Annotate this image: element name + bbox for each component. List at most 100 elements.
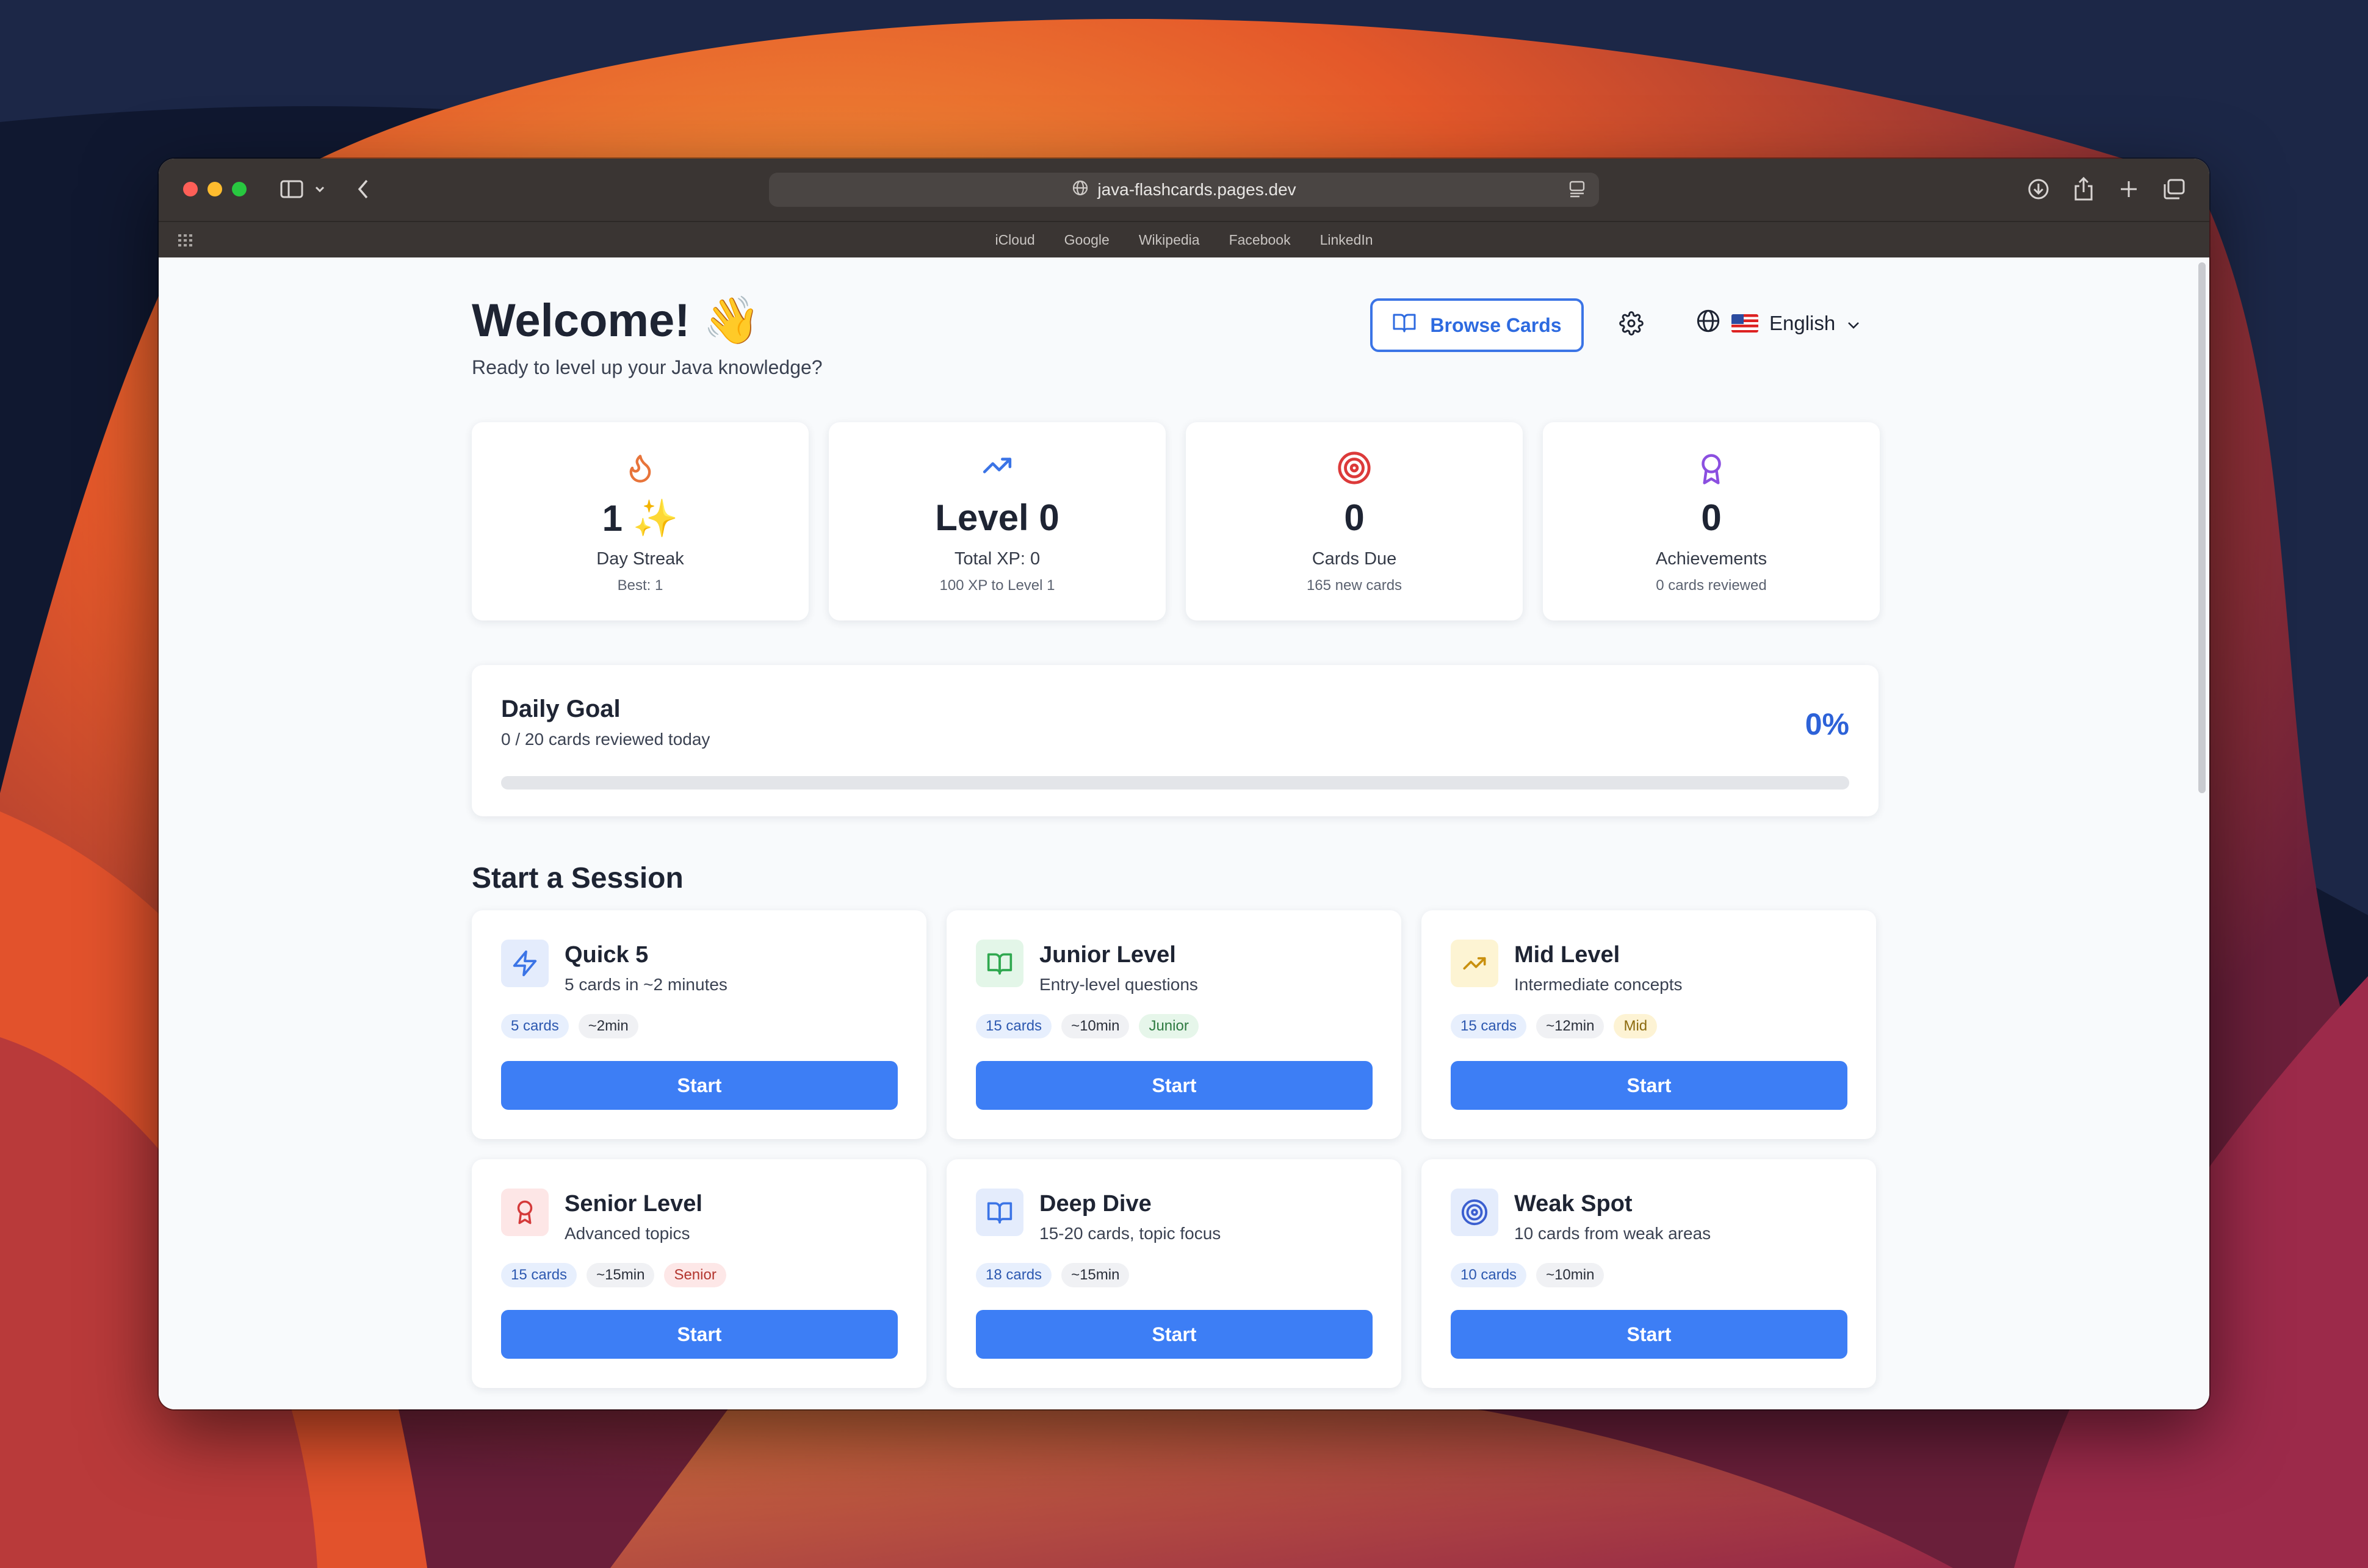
back-icon[interactable] bbox=[354, 176, 372, 203]
us-flag-icon bbox=[1731, 314, 1758, 333]
session-description: 10 cards from weak areas bbox=[1514, 1224, 1711, 1243]
duration-tag: ~2min bbox=[578, 1014, 638, 1038]
award-icon bbox=[501, 1189, 549, 1236]
start-button[interactable]: Start bbox=[501, 1061, 898, 1110]
target-icon bbox=[1451, 1189, 1498, 1236]
chevron-down-icon bbox=[1846, 312, 1861, 335]
cards-reviewed: 0 cards reviewed bbox=[1656, 577, 1767, 594]
cards-due-value: 0 bbox=[1344, 497, 1365, 538]
stat-card-streak: 1 ✨ Day Streak Best: 1 bbox=[472, 422, 809, 620]
card-count-tag: 15 cards bbox=[1451, 1014, 1527, 1038]
card-count-tag: 5 cards bbox=[501, 1014, 569, 1038]
achievements-label: Achievements bbox=[1655, 549, 1767, 569]
session-description: Entry-level questions bbox=[1039, 975, 1198, 994]
session-card-mid: Mid Level Intermediate concepts 15 cards… bbox=[1421, 910, 1876, 1139]
stat-card-level: Level 0 Total XP: 0 100 XP to Level 1 bbox=[829, 422, 1166, 620]
card-count-tag: 10 cards bbox=[1451, 1263, 1527, 1287]
page-content: Welcome! 👋 Ready to level up your Java k… bbox=[159, 257, 2209, 1409]
language-selector[interactable]: English bbox=[1696, 309, 1861, 338]
sessions-grid: Quick 5 5 cards in ~2 minutes 5 cards ~2… bbox=[472, 910, 1876, 1388]
tab-overview-icon[interactable] bbox=[2160, 176, 2187, 203]
share-icon[interactable] bbox=[2070, 176, 2097, 203]
session-description: 15-20 cards, topic focus bbox=[1039, 1224, 1221, 1243]
start-button[interactable]: Start bbox=[976, 1310, 1373, 1359]
xp-label: Total XP: 0 bbox=[954, 549, 1041, 569]
favorite-icloud[interactable]: iCloud bbox=[995, 232, 1034, 248]
session-tags: 15 cards ~10min Junior bbox=[976, 1014, 1199, 1038]
session-name: Senior Level bbox=[565, 1191, 702, 1217]
session-card-quick-5: Quick 5 5 cards in ~2 minutes 5 cards ~2… bbox=[472, 910, 926, 1139]
card-count-tag: 15 cards bbox=[976, 1014, 1052, 1038]
duration-tag: ~12min bbox=[1536, 1014, 1605, 1038]
book-open-icon bbox=[976, 1189, 1023, 1236]
session-tags: 18 cards ~15min bbox=[976, 1263, 1130, 1287]
award-icon bbox=[1543, 450, 1880, 488]
card-count-tag: 15 cards bbox=[501, 1263, 577, 1287]
streak-best: Best: 1 bbox=[617, 577, 663, 594]
start-button[interactable]: Start bbox=[1451, 1061, 1847, 1110]
settings-gear-icon[interactable] bbox=[1619, 311, 1644, 339]
browse-cards-label: Browse Cards bbox=[1430, 314, 1562, 336]
favorite-linkedin[interactable]: LinkedIn bbox=[1320, 232, 1373, 248]
favorite-wikipedia[interactable]: Wikipedia bbox=[1139, 232, 1200, 248]
scrollbar[interactable] bbox=[2198, 262, 2206, 793]
close-window-button[interactable] bbox=[183, 182, 198, 196]
duration-tag: ~15min bbox=[1061, 1263, 1130, 1287]
target-icon bbox=[1186, 450, 1523, 486]
session-description: Intermediate concepts bbox=[1514, 975, 1683, 994]
page-subtitle: Ready to level up your Java knowledge? bbox=[472, 356, 823, 378]
sidebar-toggle-icon[interactable] bbox=[278, 176, 306, 203]
browser-window: java-flashcards.pages.dev iCloud Google … bbox=[159, 159, 2209, 1409]
page-title: Welcome! 👋 bbox=[472, 295, 761, 347]
browse-cards-button[interactable]: Browse Cards bbox=[1370, 298, 1584, 352]
favorite-google[interactable]: Google bbox=[1064, 232, 1110, 248]
level-tag: Mid bbox=[1614, 1014, 1658, 1038]
start-button[interactable]: Start bbox=[501, 1310, 898, 1359]
card-count-tag: 18 cards bbox=[976, 1263, 1052, 1287]
duration-tag: ~10min bbox=[1536, 1263, 1605, 1287]
zoom-window-button[interactable] bbox=[232, 182, 247, 196]
session-tags: 5 cards ~2min bbox=[501, 1014, 638, 1038]
session-name: Mid Level bbox=[1514, 942, 1620, 968]
start-button[interactable]: Start bbox=[976, 1061, 1373, 1110]
level-tag: Senior bbox=[664, 1263, 726, 1287]
session-description: 5 cards in ~2 minutes bbox=[565, 975, 727, 994]
daily-goal-percent: 0% bbox=[1805, 707, 1849, 741]
download-icon[interactable] bbox=[2025, 176, 2052, 203]
window-controls bbox=[183, 182, 247, 196]
favorites-bar: iCloud Google Wikipedia Facebook LinkedI… bbox=[159, 221, 2209, 257]
session-card-weak-spot: Weak Spot 10 cards from weak areas 10 ca… bbox=[1421, 1159, 1876, 1388]
streak-value: 1 ✨ bbox=[602, 498, 679, 539]
address-bar[interactable]: java-flashcards.pages.dev bbox=[769, 173, 1599, 207]
session-name: Weak Spot bbox=[1514, 1191, 1633, 1217]
session-name: Junior Level bbox=[1039, 942, 1176, 968]
daily-goal-progress-bar bbox=[501, 776, 1849, 789]
stats-row: 1 ✨ Day Streak Best: 1 Level 0 Total XP:… bbox=[472, 422, 1880, 620]
start-button[interactable]: Start bbox=[1451, 1310, 1847, 1359]
session-card-deep-dive: Deep Dive 15-20 cards, topic focus 18 ca… bbox=[947, 1159, 1401, 1388]
url-text: java-flashcards.pages.dev bbox=[1097, 180, 1296, 199]
zap-icon bbox=[501, 940, 549, 987]
session-tags: 15 cards ~15min Senior bbox=[501, 1263, 726, 1287]
cards-due-label: Cards Due bbox=[1312, 549, 1397, 569]
flame-icon bbox=[472, 450, 809, 486]
reader-icon[interactable] bbox=[1568, 180, 1586, 203]
session-card-senior: Senior Level Advanced topics 15 cards ~1… bbox=[472, 1159, 926, 1388]
globe-icon bbox=[1072, 179, 1089, 201]
sessions-heading: Start a Session bbox=[472, 862, 684, 894]
grid-icon[interactable] bbox=[178, 234, 193, 250]
daily-goal-subtitle: 0 / 20 cards reviewed today bbox=[501, 730, 710, 749]
minimize-window-button[interactable] bbox=[208, 182, 222, 196]
new-tab-icon[interactable] bbox=[2115, 176, 2142, 203]
new-cards-count: 165 new cards bbox=[1306, 577, 1402, 594]
duration-tag: ~10min bbox=[1061, 1014, 1130, 1038]
book-open-icon bbox=[976, 940, 1023, 987]
globe-icon bbox=[1696, 309, 1720, 338]
achievements-value: 0 bbox=[1701, 497, 1722, 538]
daily-goal-title: Daily Goal bbox=[501, 696, 621, 722]
favorite-facebook[interactable]: Facebook bbox=[1229, 232, 1291, 248]
trending-up-icon bbox=[829, 450, 1166, 481]
xp-to-next: 100 XP to Level 1 bbox=[939, 577, 1055, 594]
session-tags: 15 cards ~12min Mid bbox=[1451, 1014, 1658, 1038]
chevron-down-icon[interactable] bbox=[312, 176, 327, 203]
